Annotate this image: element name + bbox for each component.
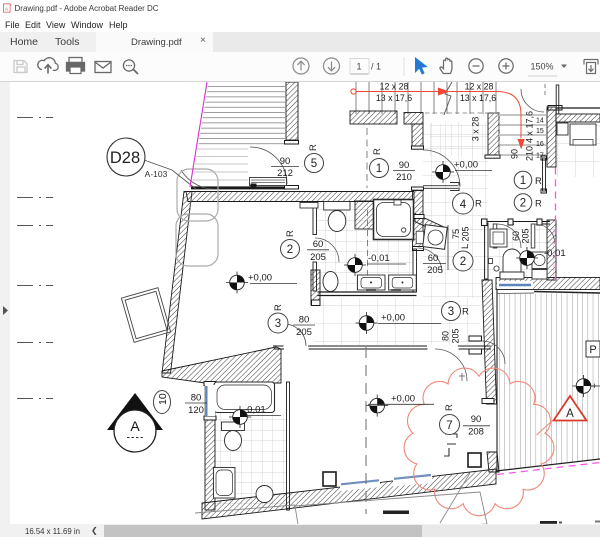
svg-text:L: L	[460, 244, 471, 249]
svg-text:1: 1	[520, 175, 526, 187]
svg-text:120: 120	[188, 405, 204, 416]
svg-text:15: 15	[536, 128, 544, 135]
svg-text:R: R	[475, 199, 482, 210]
svg-text:12 x 28: 12 x 28	[465, 82, 494, 92]
svg-text:205: 205	[310, 252, 326, 263]
svg-text:80: 80	[299, 315, 310, 326]
svg-text:7: 7	[446, 420, 452, 432]
svg-text:A: A	[566, 408, 574, 420]
svg-text:+0,00: +0,00	[248, 273, 272, 284]
svg-text:75: 75	[451, 229, 461, 239]
svg-text:4: 4	[460, 199, 467, 211]
svg-text:80: 80	[191, 393, 202, 404]
svg-text:60: 60	[428, 253, 439, 264]
svg-text:+0,00: +0,00	[381, 313, 405, 324]
svg-text:90: 90	[399, 160, 410, 171]
svg-text:4 x 17,6: 4 x 17,6	[525, 111, 535, 143]
svg-text:-0,01: -0,01	[368, 253, 390, 264]
svg-text:A-103: A-103	[145, 169, 168, 179]
svg-text:17: 17	[536, 153, 544, 160]
svg-text:R: R	[444, 404, 455, 411]
svg-text:R: R	[535, 176, 542, 187]
svg-text:A: A	[130, 418, 140, 434]
svg-text:212: 212	[277, 168, 293, 179]
svg-text:R: R	[462, 307, 469, 318]
svg-text:16: 16	[536, 141, 544, 148]
svg-text:1: 1	[376, 163, 382, 175]
svg-text:14: 14	[536, 118, 544, 125]
svg-text:210: 210	[525, 146, 535, 161]
svg-text:208: 208	[468, 427, 484, 438]
svg-text:5: 5	[311, 158, 317, 170]
svg-text:-0,01: -0,01	[544, 248, 566, 259]
svg-text:90: 90	[510, 149, 520, 159]
svg-text:60: 60	[511, 231, 521, 241]
svg-text:R: R	[273, 304, 284, 311]
svg-text:10: 10	[157, 393, 169, 405]
svg-text:205: 205	[461, 226, 471, 241]
svg-text:90: 90	[280, 156, 291, 167]
svg-text:/ 1: / 1	[371, 62, 381, 72]
svg-text:+0,00: +0,00	[391, 394, 415, 405]
svg-text:R: R	[308, 144, 319, 151]
svg-text:1: 1	[356, 62, 361, 72]
svg-text:2: 2	[460, 256, 466, 268]
svg-text:3 x 28: 3 x 28	[471, 117, 481, 142]
svg-text:R: R	[535, 199, 542, 210]
svg-text:205: 205	[427, 265, 443, 276]
svg-text:80: 80	[441, 331, 451, 341]
svg-text:90: 90	[471, 414, 482, 425]
svg-text:13 x 17,6: 13 x 17,6	[460, 93, 496, 103]
svg-text:3: 3	[275, 318, 281, 330]
svg-text:210: 210	[396, 172, 412, 183]
svg-text:P: P	[589, 344, 596, 356]
svg-text:205: 205	[521, 228, 531, 243]
svg-text:R: R	[285, 230, 296, 237]
svg-text:2: 2	[287, 244, 293, 256]
svg-text:+0,00: +0,00	[454, 160, 478, 171]
svg-text:205: 205	[296, 327, 312, 338]
svg-text:13 x 17,6: 13 x 17,6	[376, 93, 412, 103]
svg-text:12 x 28: 12 x 28	[380, 82, 409, 92]
svg-text:R: R	[372, 148, 383, 155]
svg-text:60: 60	[313, 239, 324, 250]
svg-text:-0,01: -0,01	[244, 405, 266, 416]
svg-text:D28: D28	[110, 149, 140, 167]
svg-text:2: 2	[520, 198, 526, 210]
svg-text:150%: 150%	[530, 62, 553, 72]
svg-text:205: 205	[451, 328, 461, 343]
svg-text:3: 3	[448, 306, 454, 318]
